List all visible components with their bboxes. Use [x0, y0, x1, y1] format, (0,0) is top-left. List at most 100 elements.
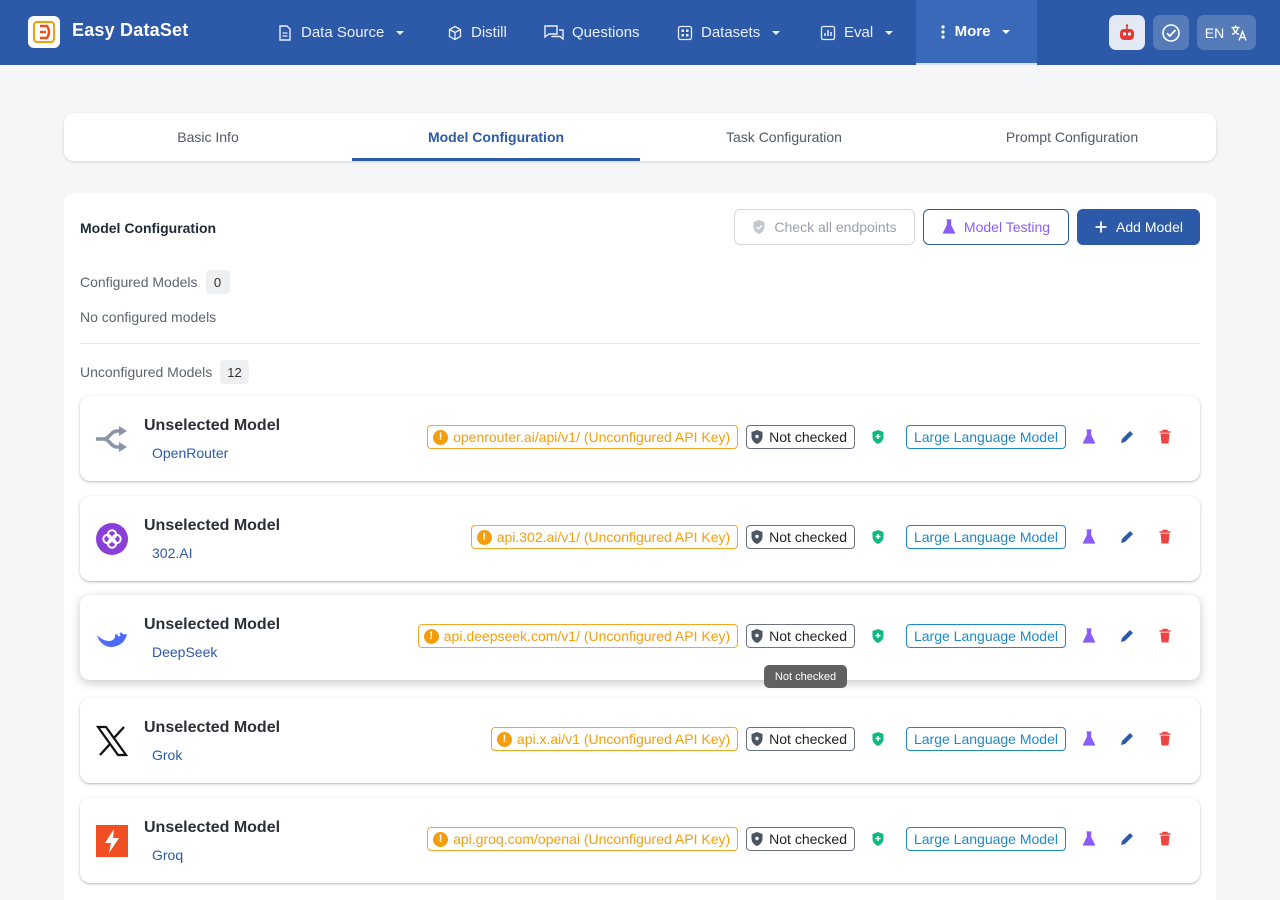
endpoint-text: api.deepseek.com/v1/ (Unconfigured API K… — [443, 628, 731, 644]
endpoint-chip: ! api.groq.com/openai (Unconfigured API K… — [427, 827, 739, 851]
test-model-button[interactable] — [1074, 422, 1104, 452]
task-status-button[interactable] — [1153, 15, 1189, 50]
endpoint-chip: ! api.x.ai/v1 (Unconfigured API Key) — [490, 727, 739, 751]
robot-icon — [1120, 23, 1134, 40]
shield-check-icon — [872, 732, 884, 746]
tab-prompt-configuration[interactable]: Prompt Configuration — [928, 113, 1216, 161]
model-row[interactable]: Unselected Model OpenRouter ! openrouter.… — [80, 396, 1200, 481]
pencil-icon — [1121, 733, 1133, 745]
edit-model-button[interactable] — [1112, 522, 1142, 552]
app-logo[interactable] — [28, 16, 60, 48]
edit-model-button[interactable] — [1112, 824, 1142, 854]
warning-icon: ! — [476, 529, 492, 545]
test-model-button[interactable] — [1074, 724, 1104, 754]
shield-icon — [751, 430, 763, 444]
nav-datasets[interactable]: Datasets — [677, 0, 784, 65]
delete-model-button[interactable] — [1150, 621, 1180, 651]
status-text: Not checked — [769, 831, 847, 847]
pencil-icon — [1121, 630, 1133, 642]
edit-model-button[interactable] — [1112, 621, 1142, 651]
shield-check-icon — [872, 629, 884, 643]
section-divider — [80, 343, 1200, 344]
endpoint-chip: ! openrouter.ai/api/v1/ (Unconfigured API… — [427, 425, 739, 449]
chevron-down-icon — [396, 30, 405, 35]
status-text: Not checked — [769, 628, 847, 644]
provider-name: DeepSeek — [152, 644, 218, 660]
model-row[interactable]: Unselected Model 302.AI ! api.302.ai/v1/ … — [80, 496, 1200, 581]
nav-eval[interactable]: Eval — [820, 0, 897, 65]
status-chip: Not checked — [746, 727, 855, 751]
flask-icon — [942, 219, 956, 234]
nav-questions[interactable]: Questions — [544, 0, 640, 65]
model-type-tag: Large Language Model — [905, 827, 1066, 851]
edit-model-button[interactable] — [1112, 724, 1142, 754]
check-all-endpoints-button[interactable]: Check all endpoints — [734, 209, 915, 245]
model-row[interactable]: Unselected Model DeepSeek ! api.deepseek.… — [80, 595, 1200, 680]
model-row-actions: ! api.x.ai/v1 (Unconfigured API Key) Not … — [490, 724, 1180, 754]
delete-model-button[interactable] — [1150, 522, 1180, 552]
shield-icon — [751, 530, 763, 544]
model-row[interactable]: Unselected Model Groq ! api.groq.com/open… — [80, 798, 1200, 883]
warning-icon: ! — [433, 429, 449, 445]
add-model-button[interactable]: Add Model — [1077, 209, 1200, 245]
app-brand: Easy DataSet — [72, 20, 189, 40]
language-code: EN — [1204, 24, 1225, 41]
check-endpoint-button[interactable] — [862, 628, 894, 644]
check-endpoint-button[interactable] — [862, 429, 894, 445]
nav-more[interactable]: More — [916, 0, 1037, 65]
edit-model-button[interactable] — [1112, 422, 1142, 452]
test-model-button[interactable] — [1074, 522, 1104, 552]
chat-icon — [544, 24, 564, 40]
x-icon — [95, 724, 129, 758]
delete-model-button[interactable] — [1150, 724, 1180, 754]
test-model-button[interactable] — [1074, 824, 1104, 854]
button-label: Add Model — [1116, 219, 1183, 235]
test-model-button[interactable] — [1074, 621, 1104, 651]
check-endpoint-button[interactable] — [862, 731, 894, 747]
flask-icon — [1082, 628, 1096, 643]
plus-icon — [1095, 221, 1107, 233]
model-testing-button[interactable]: Model Testing — [923, 209, 1069, 245]
bar-chart-icon — [820, 25, 836, 40]
chevron-down-icon — [885, 30, 894, 35]
tab-basic-info[interactable]: Basic Info — [64, 113, 352, 161]
shield-icon — [751, 732, 763, 746]
shield-check-icon — [872, 430, 884, 444]
warning-icon: ! — [496, 731, 512, 747]
status-chip: Not checked — [746, 827, 855, 851]
delete-model-button[interactable] — [1150, 824, 1180, 854]
model-name: Unselected Model — [144, 719, 281, 736]
check-endpoint-button[interactable] — [862, 529, 894, 545]
status-chip: Not checked — [746, 624, 855, 648]
shield-icon — [753, 220, 765, 234]
chevron-down-icon — [1002, 29, 1011, 34]
language-button[interactable]: EN — [1197, 15, 1256, 50]
check-endpoint-button[interactable] — [862, 831, 894, 847]
nav-data-source[interactable]: Data Source — [277, 0, 408, 65]
endpoint-text: api.x.ai/v1 (Unconfigured API Key) — [516, 731, 731, 747]
flask-icon — [1082, 429, 1096, 444]
endpoint-chip: ! api.302.ai/v1/ (Unconfigured API Key) — [470, 525, 739, 549]
model-row[interactable]: Unselected Model Grok ! api.x.ai/v1 (Unco… — [80, 698, 1200, 783]
unconfigured-models-heading: Unconfigured Models 12 — [80, 360, 249, 384]
shield-check-icon — [872, 530, 884, 544]
trash-icon — [1159, 831, 1171, 846]
button-label: Model Testing — [963, 219, 1051, 235]
model-name: Unselected Model — [144, 819, 281, 836]
nav-label: Data Source — [301, 24, 385, 41]
endpoint-text: openrouter.ai/api/v1/ (Unconfigured API … — [453, 429, 731, 445]
provider-name: Grok — [152, 747, 183, 763]
shield-check-icon — [872, 832, 884, 846]
pencil-icon — [1121, 531, 1133, 543]
nav-distill[interactable]: Distill — [447, 0, 507, 65]
flask-icon — [1082, 831, 1096, 846]
model-name: Unselected Model — [144, 517, 281, 534]
chevron-down-icon — [772, 30, 781, 35]
cube-icon — [448, 25, 462, 40]
dots-vertical-icon — [940, 24, 945, 39]
robot-button[interactable] — [1109, 15, 1145, 50]
delete-model-button[interactable] — [1150, 422, 1180, 452]
tab-model-configuration[interactable]: Model Configuration — [352, 113, 640, 161]
warning-icon: ! — [433, 831, 449, 847]
tab-task-configuration[interactable]: Task Configuration — [640, 113, 928, 161]
